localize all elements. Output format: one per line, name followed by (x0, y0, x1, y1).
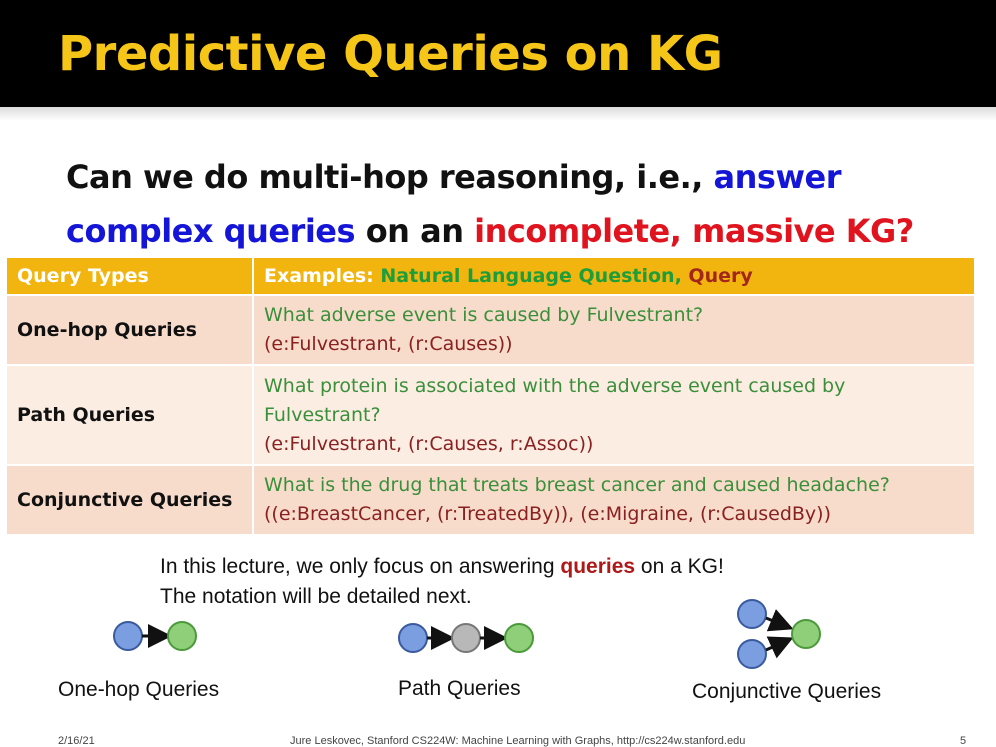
footer-credit: Jure Leskovec, Stanford CS224W: Machine … (290, 735, 746, 747)
header-query-types: Query Types (5, 256, 254, 296)
note-line-2: The notation will be detailed next. (160, 585, 472, 608)
note-highlight-queries: queries (560, 555, 636, 578)
header-examples: Examples: Natural Language Question, Que… (252, 256, 976, 296)
relation-edge (765, 636, 794, 659)
anchor-node (737, 639, 767, 669)
row-question: What adverse event is caused by Fulvestr… (264, 304, 704, 326)
row-type: One-hop Queries (5, 294, 254, 366)
row-type: Path Queries (5, 364, 254, 466)
page-number: 5 (960, 735, 967, 747)
question-part1: Can we do multi-hop reasoning, i.e., (66, 158, 714, 196)
anchor-node (113, 621, 143, 651)
row-query: ((e:BreastCancer, (r:TreatedBy)), (e:Mig… (264, 503, 831, 525)
one-hop-query-diagram (113, 621, 197, 651)
header-shadow (0, 107, 996, 121)
row-query: (e:Fulvestrant, (r:Causes, r:Assoc)) (264, 432, 594, 455)
title-bar: Predictive Queries on KG (0, 0, 996, 107)
row-examples: What adverse event is caused by Fulvestr… (252, 294, 976, 366)
path-caption: Path Queries (398, 677, 521, 700)
question-part3: on an (355, 212, 475, 250)
anchor-node (737, 599, 767, 629)
table-header-row: Query Types Examples: Natural Language Q… (5, 256, 976, 296)
conjunctive-query-diagram (737, 599, 821, 669)
table-row: Conjunctive Queries What is the drug tha… (5, 464, 976, 536)
table-row: One-hop Queries What adverse event is ca… (5, 294, 976, 366)
question-incomplete-massive-kg: incomplete, massive KG? (474, 212, 914, 250)
row-examples: What protein is associated with the adve… (252, 364, 976, 466)
table-row: Path Queries What protein is associated … (5, 364, 976, 466)
row-question: What protein is associated with the adve… (264, 374, 846, 426)
answer-node (791, 619, 821, 649)
path-query-diagram (398, 623, 534, 653)
lecture-note: In this lecture, we only focus on answer… (160, 552, 724, 612)
footer-date: 2/16/21 (58, 735, 95, 747)
answer-node (504, 623, 534, 653)
anchor-node (398, 623, 428, 653)
intermediate-node (451, 623, 481, 653)
conjunctive-caption: Conjunctive Queries (692, 680, 882, 703)
note-line-1: In this lecture, we only focus on answer… (160, 555, 724, 578)
slide-title: Predictive Queries on KG (58, 26, 723, 82)
main-question: Can we do multi-hop reasoning, i.e., ans… (66, 150, 966, 258)
query-types-table: Query Types Examples: Natural Language Q… (5, 256, 976, 536)
answer-node (167, 621, 197, 651)
one-hop-caption: One-hop Queries (58, 678, 220, 701)
row-query: (e:Fulvestrant, (r:Causes)) (264, 333, 513, 355)
row-type: Conjunctive Queries (5, 464, 254, 536)
relation-edge (765, 609, 794, 632)
row-question: What is the drug that treats breast canc… (264, 474, 890, 496)
row-examples: What is the drug that treats breast canc… (252, 464, 976, 536)
